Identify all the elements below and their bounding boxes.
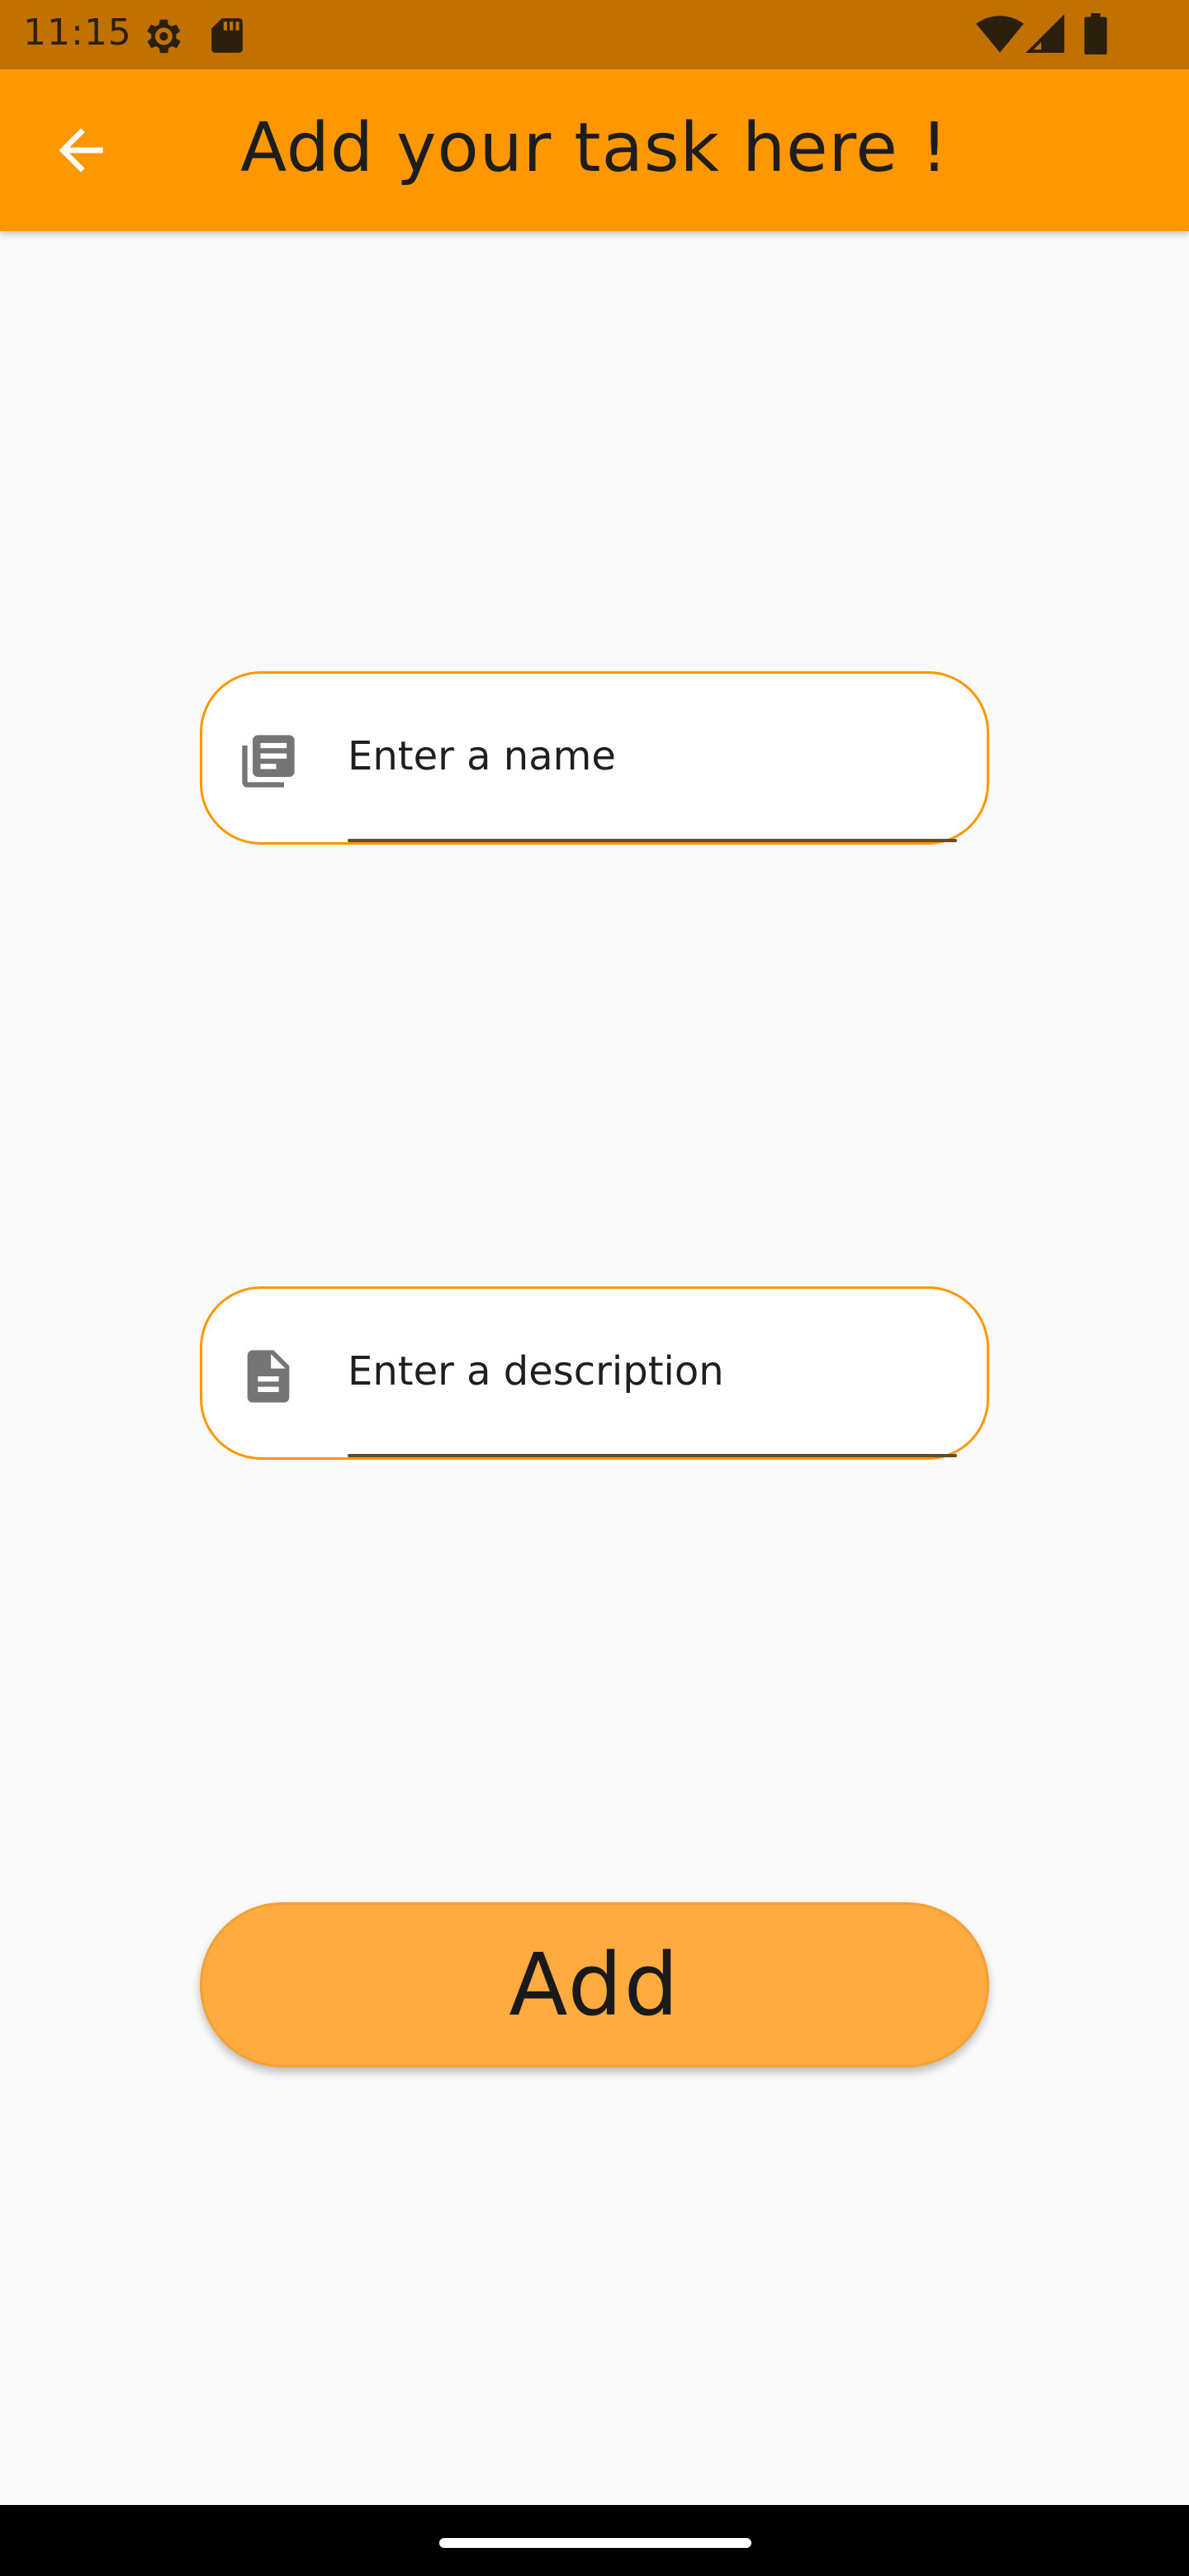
name-field[interactable] — [200, 671, 989, 845]
settings-gear-icon — [147, 19, 181, 54]
navigation-bar — [0, 2505, 1189, 2576]
name-field-underline — [348, 839, 957, 842]
app-bar: Add your task here ! — [0, 69, 1189, 231]
wifi-icon — [976, 16, 1024, 53]
battery-icon — [1084, 13, 1107, 54]
add-button[interactable]: Add — [200, 1902, 989, 2067]
page-title: Add your task here ! — [240, 109, 949, 187]
description-icon — [247, 1350, 290, 1403]
cell-signal-icon — [1026, 15, 1064, 53]
status-time: 11:15 — [23, 12, 132, 54]
library-books-icon — [242, 735, 295, 788]
sd-card-icon — [211, 18, 243, 53]
description-field[interactable] — [200, 1286, 989, 1460]
description-input[interactable] — [348, 1330, 959, 1413]
description-field-underline — [348, 1454, 957, 1457]
name-input[interactable] — [348, 715, 959, 798]
status-bar: 11:15 — [0, 0, 1189, 69]
add-button-label: Add — [509, 1934, 680, 2035]
home-indicator[interactable] — [439, 2538, 751, 2548]
add-task-screen: 11:15 Add your task here ! Enter a name … — [0, 0, 1189, 2576]
